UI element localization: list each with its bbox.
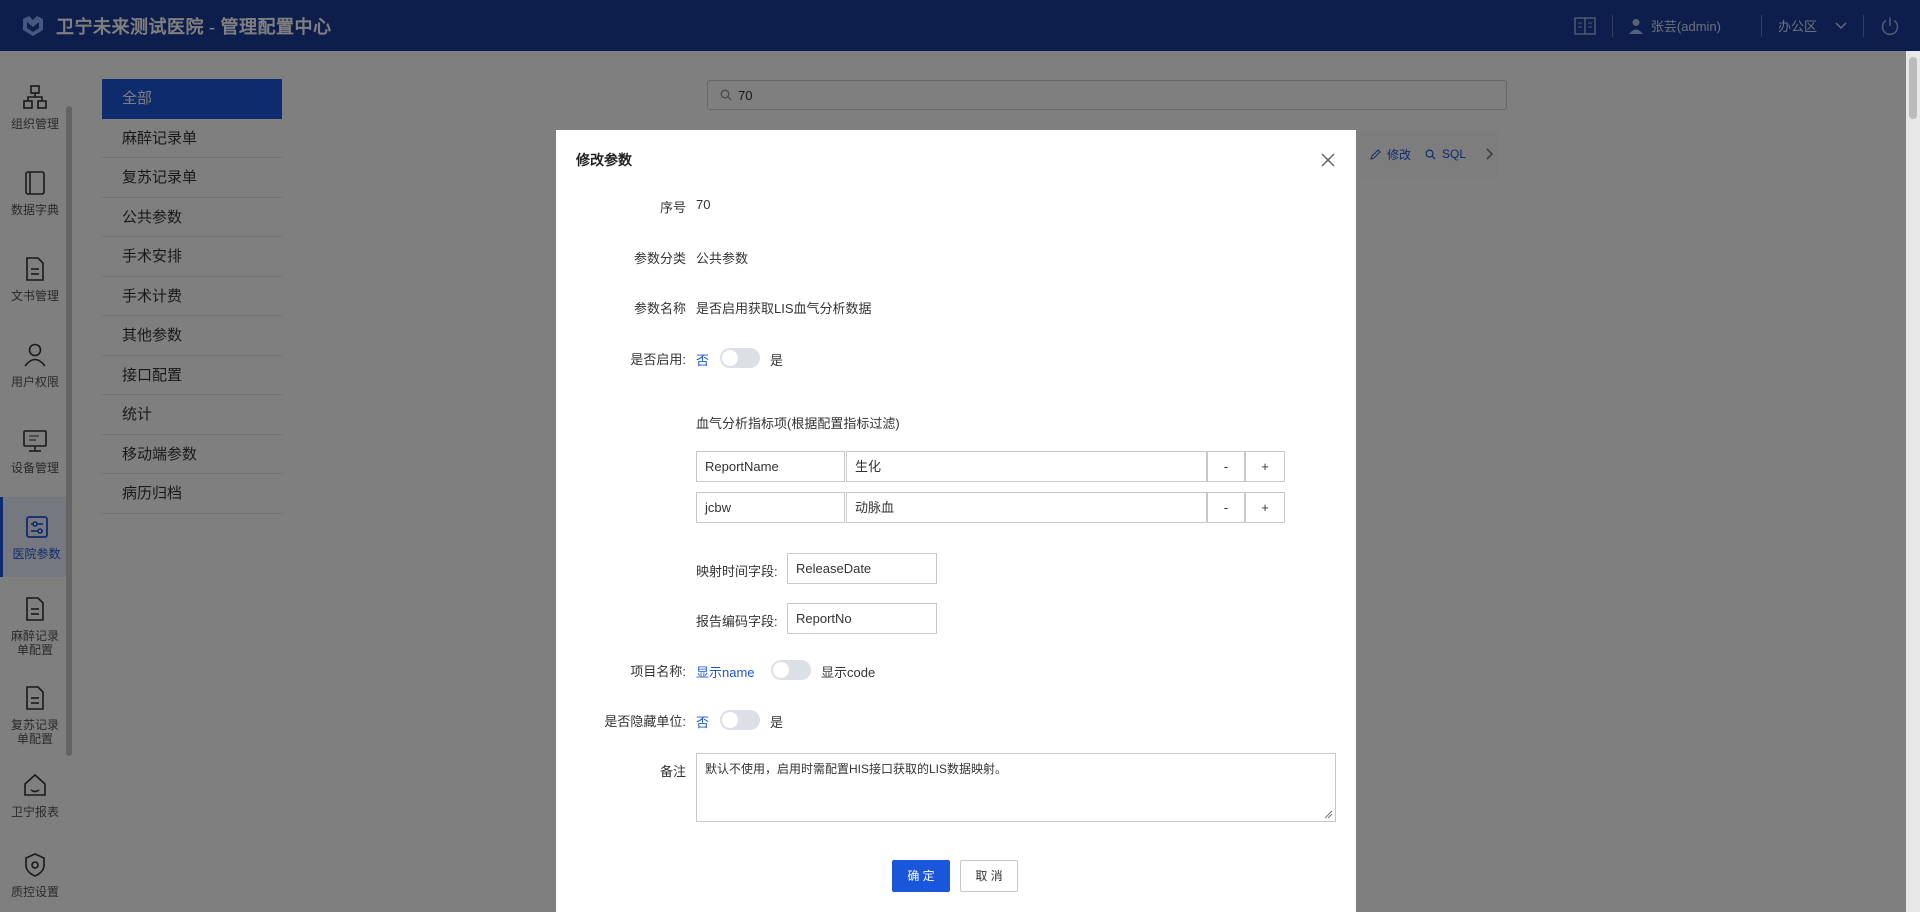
indicator-value-input[interactable]: 动脉血 xyxy=(846,492,1207,523)
cancel-button[interactable]: 取 消 xyxy=(960,860,1018,892)
item-name-on-text: 显示code xyxy=(821,665,876,680)
remove-row-button[interactable]: - xyxy=(1207,451,1245,482)
code-field-label: 报告编码字段: xyxy=(696,614,778,629)
edit-param-dialog: 修改参数 序号 70 参数分类 公共参数 参数名称 是否启用获取LIS血气分析数… xyxy=(556,130,1356,912)
page-scrollbar[interactable] xyxy=(1906,51,1920,912)
item-name-off-text: 显示name xyxy=(696,665,755,680)
time-field-input[interactable]: ReleaseDate xyxy=(787,553,937,584)
item-name-switch[interactable] xyxy=(771,660,811,680)
remark-text: 默认不使用，启用时需配置HIS接口获取的LIS数据映射。 xyxy=(705,762,1008,776)
item-name-label: 项目名称: xyxy=(630,664,686,679)
remove-row-button[interactable]: - xyxy=(1207,492,1245,523)
enable-off-text: 否 xyxy=(696,353,710,368)
enable-label: 是否启用: xyxy=(630,352,686,367)
add-row-button[interactable]: + xyxy=(1245,492,1285,523)
indicator-key-input[interactable]: ReportName xyxy=(696,451,845,482)
param-name-value: 是否启用获取LIS血气分析数据 xyxy=(696,301,872,316)
indicator-value-input[interactable]: 生化 xyxy=(846,451,1207,482)
category-value: 公共参数 xyxy=(696,251,749,266)
param-name-label: 参数名称 xyxy=(633,301,686,316)
code-field-input[interactable]: ReportNo xyxy=(787,603,937,634)
hide-unit-on-text: 是 xyxy=(770,715,784,730)
enable-switch[interactable] xyxy=(720,348,760,368)
indicator-key-input[interactable]: jcbw xyxy=(696,492,845,523)
hide-unit-label: 是否隐藏单位: xyxy=(604,714,686,729)
resize-grip-icon[interactable] xyxy=(1324,810,1333,819)
seq-label: 序号 xyxy=(659,200,686,215)
hide-unit-off-text: 否 xyxy=(696,715,710,730)
close-icon[interactable] xyxy=(1320,152,1336,168)
time-field-label: 映射时间字段: xyxy=(696,564,778,579)
scrollbar-thumb[interactable] xyxy=(1909,57,1917,119)
remark-textarea[interactable]: 默认不使用，启用时需配置HIS接口获取的LIS数据映射。 xyxy=(696,753,1336,822)
indicator-title: 血气分析指标项(根据配置指标过滤) xyxy=(696,416,900,431)
hide-unit-switch[interactable] xyxy=(720,710,760,730)
confirm-button[interactable]: 确 定 xyxy=(892,860,950,892)
seq-value: 70 xyxy=(696,197,711,212)
category-label: 参数分类 xyxy=(633,251,686,266)
enable-on-text: 是 xyxy=(770,353,784,368)
add-row-button[interactable]: + xyxy=(1245,451,1285,482)
dialog-title: 修改参数 xyxy=(576,152,632,168)
remark-label: 备注 xyxy=(659,764,686,779)
